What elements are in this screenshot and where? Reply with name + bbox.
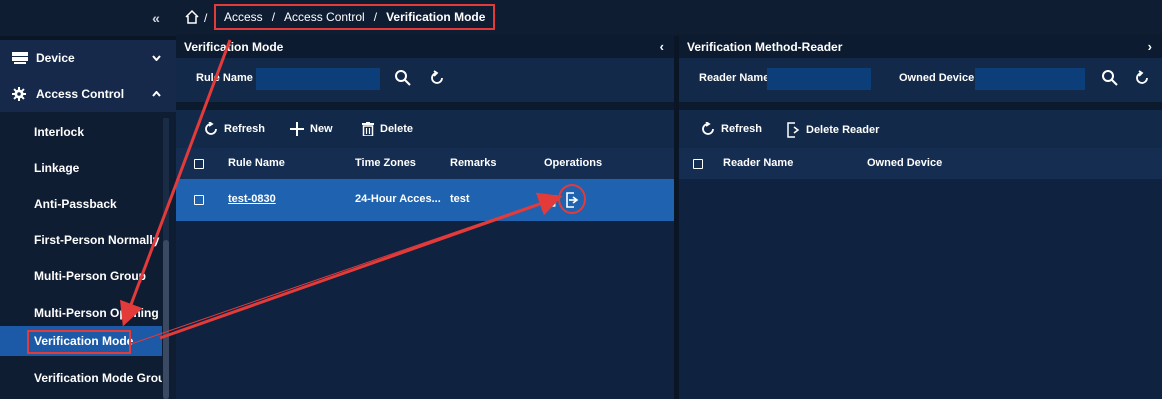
- refresh-icon: [205, 122, 217, 135]
- panel-title: Verification Mode: [184, 40, 284, 54]
- collapse-left-icon[interactable]: ‹: [660, 39, 664, 54]
- reader-name-label: Reader Name: [699, 72, 770, 84]
- annotation-circle: [558, 184, 586, 214]
- annotation-box: [27, 330, 131, 354]
- search-icon[interactable]: [394, 69, 414, 89]
- remarks-cell: test: [450, 193, 470, 205]
- reader-name-input[interactable]: [767, 68, 871, 90]
- sidebar-collapse-button[interactable]: «: [146, 8, 166, 28]
- toolbar: Refresh New Delete: [176, 110, 674, 148]
- refresh-label: Refresh: [224, 123, 265, 135]
- top-bar: / Access / Access Control / Verification…: [176, 0, 1162, 34]
- column-header[interactable]: Rule Name: [228, 157, 285, 169]
- delete-button[interactable]: Delete: [362, 122, 413, 136]
- chevron-up-icon: [152, 89, 161, 100]
- row-checkbox[interactable]: [194, 195, 204, 205]
- table-header: Rule Name Time Zones Remarks Operations: [176, 148, 674, 179]
- breadcrumb: Access / Access Control / Verification M…: [214, 4, 496, 30]
- sidebar-item-multi-person-group[interactable]: Multi-Person Group: [0, 261, 162, 291]
- rule-name-link[interactable]: test-0830: [228, 193, 276, 205]
- sidebar-item-anti-passback[interactable]: Anti-Passback: [0, 189, 162, 219]
- new-label: New: [310, 123, 333, 135]
- sidebar-item-multi-person-opening-door[interactable]: Multi-Person Opening Dc: [0, 298, 162, 328]
- panel-title: Verification Method-Reader: [687, 40, 843, 54]
- trash-icon: [362, 122, 374, 136]
- search-icon[interactable]: [1101, 69, 1121, 89]
- column-header[interactable]: Remarks: [450, 157, 496, 169]
- table-row[interactable]: test-0830 24-Hour Acces... test: [176, 179, 674, 221]
- owned-device-input[interactable]: [975, 68, 1085, 90]
- filter-bar: Rule Name: [176, 58, 674, 102]
- column-header[interactable]: Operations: [544, 157, 602, 169]
- reset-icon[interactable]: [1133, 69, 1153, 89]
- sidebar-group-device[interactable]: Device: [0, 40, 176, 76]
- breadcrumb-separator: /: [271, 10, 276, 24]
- sidebar-item-interlock[interactable]: Interlock: [0, 117, 162, 147]
- refresh-label: Refresh: [721, 123, 762, 135]
- select-all-checkbox[interactable]: [194, 159, 204, 169]
- spacer: [679, 102, 1162, 110]
- owned-device-label: Owned Device: [899, 72, 975, 84]
- filter-bar: Reader Name Owned Device: [679, 58, 1162, 102]
- plus-icon: [290, 122, 304, 136]
- sidebar-item-list: Interlock Linkage Anti-Passback First-Pe…: [0, 112, 162, 399]
- rule-name-input[interactable]: [256, 68, 380, 90]
- spacer: [176, 102, 674, 110]
- breadcrumb-separator: /: [204, 11, 208, 25]
- rule-name-label: Rule Name: [196, 72, 253, 84]
- sidebar-item-first-person-normally-open[interactable]: First-Person Normally Op: [0, 225, 162, 255]
- gear-icon: [12, 87, 30, 101]
- verification-mode-panel: Verification Mode ‹ Rule Name Refresh Ne…: [176, 36, 674, 399]
- select-all-checkbox[interactable]: [693, 159, 703, 169]
- breadcrumb-separator: /: [373, 10, 378, 24]
- sidebar-item-verification-mode-group[interactable]: Verification Mode Group: [0, 363, 162, 393]
- sidebar-group-access-control[interactable]: Access Control: [0, 76, 176, 112]
- breadcrumb-item-access-control[interactable]: Access Control: [284, 10, 365, 24]
- refresh-button[interactable]: Refresh: [701, 122, 762, 136]
- sidebar-group-label: Access Control: [36, 87, 125, 101]
- chevron-down-icon: [152, 53, 161, 64]
- breadcrumb-item-access[interactable]: Access: [224, 10, 263, 24]
- panel-header: Verification Mode ‹: [176, 36, 674, 58]
- table-body-empty: [679, 179, 1162, 399]
- time-zones-cell: 24-Hour Acces...: [355, 193, 441, 205]
- new-button[interactable]: New: [290, 122, 333, 136]
- edit-icon[interactable]: [544, 193, 558, 210]
- device-icon: [12, 51, 30, 65]
- verification-method-reader-panel: Verification Method-Reader › Reader Name…: [679, 36, 1162, 399]
- column-header[interactable]: Reader Name: [723, 157, 793, 169]
- panel-header: Verification Method-Reader ›: [679, 36, 1162, 58]
- column-header[interactable]: Time Zones: [355, 157, 416, 169]
- table-header: Reader Name Owned Device: [679, 148, 1162, 179]
- refresh-button[interactable]: Refresh: [204, 122, 265, 136]
- delete-reader-button[interactable]: Delete Reader: [787, 122, 879, 138]
- toolbar: Refresh Delete Reader: [679, 110, 1162, 148]
- breadcrumb-item-current: Verification Mode: [386, 10, 486, 24]
- sidebar-group-label: Device: [36, 51, 75, 65]
- refresh-icon: [702, 122, 714, 135]
- table-body: test-0830 24-Hour Acces... test: [176, 179, 674, 399]
- sidebar-item-linkage[interactable]: Linkage: [0, 153, 162, 183]
- collapse-right-icon[interactable]: ›: [1148, 39, 1152, 54]
- reset-icon[interactable]: [428, 69, 448, 89]
- column-header[interactable]: Owned Device: [867, 157, 942, 169]
- home-icon[interactable]: [184, 9, 200, 25]
- door-exit-icon: [787, 122, 800, 138]
- delete-label: Delete: [380, 123, 414, 135]
- sidebar-scrollbar-thumb[interactable]: [163, 240, 169, 399]
- delete-reader-label: Delete Reader: [806, 124, 880, 136]
